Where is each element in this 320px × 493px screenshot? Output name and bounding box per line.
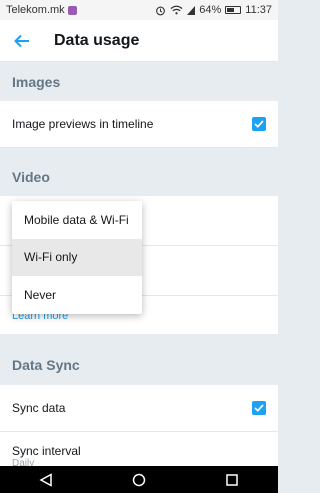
- status-bar: Telekom.mk 64% 11:37: [0, 0, 278, 20]
- clock: 11:37: [245, 4, 272, 16]
- menu-item-mobile-data-wifi[interactable]: Mobile data & Wi-Fi: [12, 201, 142, 239]
- wifi-icon: [170, 5, 183, 15]
- sync-data-label: Sync data: [12, 401, 66, 415]
- checkmark-icon: [254, 120, 264, 128]
- square-recents-icon: [225, 473, 238, 486]
- section-header-data-sync: Data Sync: [0, 344, 278, 385]
- nav-back-button[interactable]: [26, 466, 66, 493]
- battery-icon: [225, 6, 242, 14]
- section-header-images: Images: [0, 63, 278, 101]
- sync-data-checkbox[interactable]: [252, 401, 266, 415]
- alarm-icon: [156, 6, 166, 15]
- status-right: 64% 11:37: [155, 4, 272, 16]
- sync-interval-row[interactable]: Sync interval Daily: [0, 432, 278, 469]
- status-left: Telekom.mk: [6, 4, 77, 16]
- menu-item-wifi-only[interactable]: Wi-Fi only: [12, 238, 142, 277]
- menu-item-never[interactable]: Never: [12, 276, 142, 314]
- carrier-name: Telekom.mk: [6, 4, 65, 16]
- navigation-bar: [0, 466, 278, 493]
- notification-icon: [67, 5, 77, 15]
- app-bar: Data usage: [0, 20, 278, 62]
- battery-percent: 64%: [199, 4, 222, 16]
- sync-interval-label: Sync interval: [12, 444, 81, 458]
- image-previews-row[interactable]: Image previews in timeline: [0, 101, 278, 148]
- nav-home-button[interactable]: [119, 466, 159, 493]
- nav-recents-button[interactable]: [212, 466, 252, 493]
- arrow-left-icon: [14, 34, 29, 47]
- back-button[interactable]: [0, 20, 44, 62]
- section-header-video: Video: [0, 158, 278, 196]
- image-previews-checkbox[interactable]: [252, 117, 266, 131]
- triangle-back-icon: [39, 472, 53, 487]
- page-title: Data usage: [54, 31, 140, 49]
- circle-home-icon: [132, 473, 146, 486]
- checkmark-icon: [254, 404, 264, 412]
- signal-icon: [187, 5, 196, 15]
- video-autoplay-menu: Mobile data & Wi-Fi Wi-Fi only Never: [12, 201, 142, 314]
- sync-data-row[interactable]: Sync data: [0, 385, 278, 432]
- image-previews-label: Image previews in timeline: [12, 117, 154, 131]
